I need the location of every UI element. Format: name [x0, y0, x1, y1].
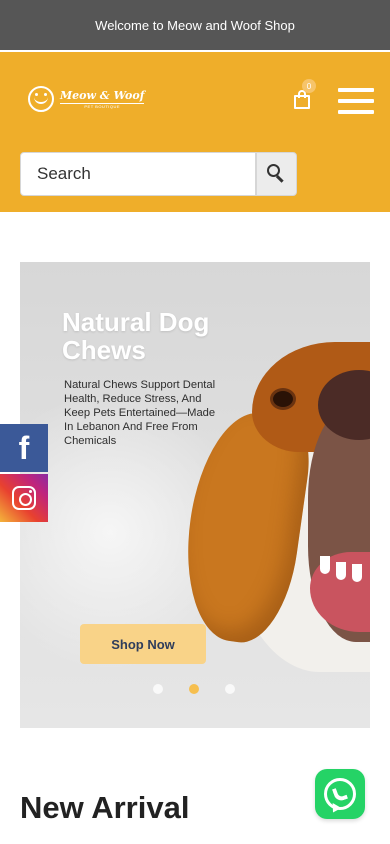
- logo-text: Meow & Woof PET BOUTIQUE: [60, 88, 145, 109]
- carousel-dot-active[interactable]: [189, 684, 199, 694]
- facebook-link[interactable]: f: [0, 424, 48, 472]
- menu-line: [338, 99, 374, 103]
- search-button[interactable]: [256, 152, 297, 196]
- hero-title: Natural Dog Chews: [62, 307, 210, 365]
- menu-line: [338, 110, 374, 114]
- whatsapp-icon: [324, 778, 356, 815]
- shopping-bag-body: [294, 95, 310, 109]
- logo-tagline: PET BOUTIQUE: [60, 102, 145, 109]
- carousel-dots: [153, 684, 235, 694]
- search-icon: [266, 164, 287, 184]
- new-arrival-heading: New Arrival: [20, 790, 190, 825]
- site-header: Meow & Woof PET BOUTIQUE 0: [0, 52, 390, 212]
- logo[interactable]: Meow & Woof PET BOUTIQUE: [28, 86, 145, 112]
- cart-count-badge: 0: [302, 79, 316, 93]
- dog-eye: [270, 388, 296, 410]
- cart-button[interactable]: 0: [294, 79, 316, 110]
- logo-name: Meow & Woof: [60, 88, 145, 102]
- carousel-dot[interactable]: [225, 684, 235, 694]
- instagram-link[interactable]: [0, 474, 48, 522]
- cat-face-icon: [28, 86, 54, 112]
- whatsapp-button[interactable]: [315, 769, 365, 819]
- search-input[interactable]: [20, 152, 256, 196]
- shop-now-button[interactable]: Shop Now: [80, 624, 206, 664]
- facebook-icon: f: [18, 430, 30, 466]
- menu-line: [338, 88, 374, 92]
- hamburger-menu-icon[interactable]: [338, 88, 376, 114]
- instagram-icon: [12, 486, 36, 510]
- announcement-bar: Welcome to Meow and Woof Shop: [0, 0, 390, 50]
- hero-description: Natural Chews Support Dental Health, Red…: [64, 379, 216, 447]
- carousel-dot[interactable]: [153, 684, 163, 694]
- hero-banner[interactable]: Natural Dog Chews Natural Chews Support …: [20, 262, 370, 728]
- announcement-text: Welcome to Meow and Woof Shop: [95, 17, 295, 33]
